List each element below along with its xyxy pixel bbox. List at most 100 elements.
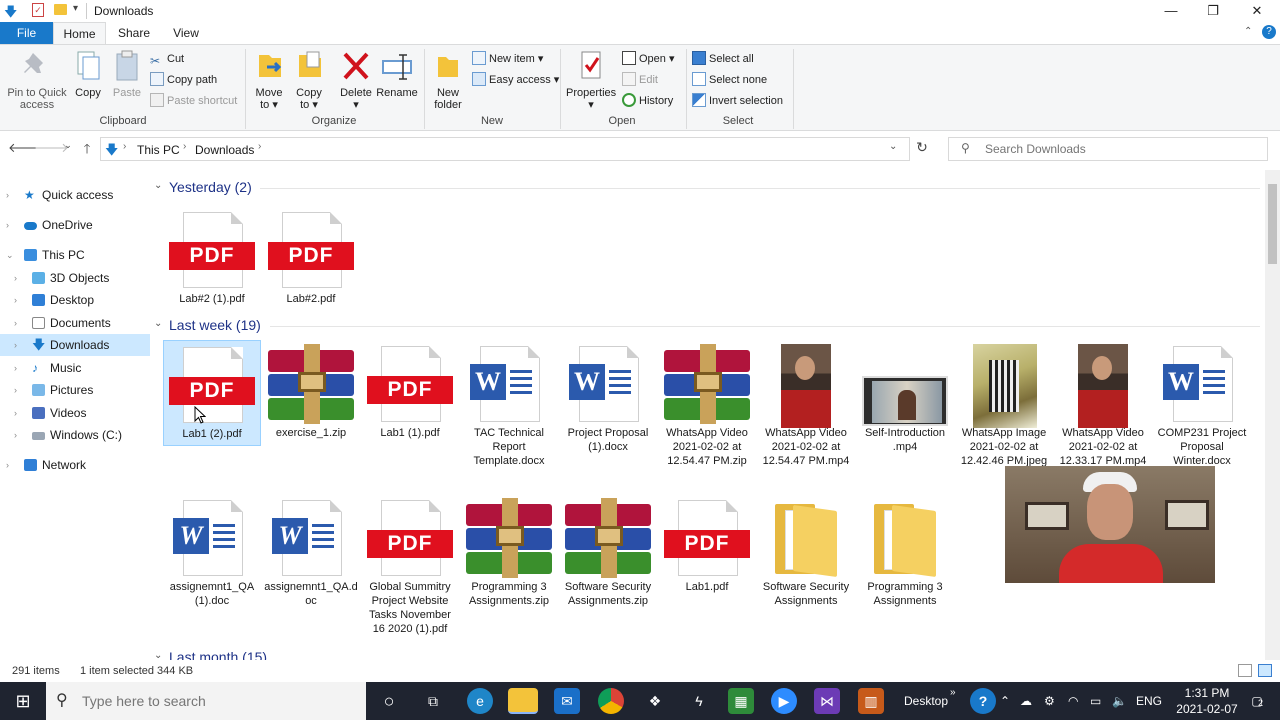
properties-check-icon[interactable]: ✓ [32,3,44,17]
new-folder-button[interactable]: New folder [430,49,466,111]
tab-file[interactable]: File [0,22,53,44]
delete-button[interactable]: Delete ▾ [338,49,374,111]
copy-button[interactable]: Copy [72,49,104,99]
expand-chevron-icon[interactable]: › [6,454,9,476]
address-bar[interactable]: 🡇 › This PC › Downloads › ⌄ [100,137,910,161]
move-to-button[interactable]: Move to ▾ [252,49,286,111]
file-item[interactable]: WhatsApp Image 2021-02-02 at 12.42.46 PM… [955,340,1053,468]
expand-chevron-icon[interactable]: › [14,379,17,401]
chrome-icon[interactable] [598,688,624,714]
clock-date[interactable]: 2021-02-07 [1174,702,1240,716]
file-item[interactable]: Software Security Assignments [757,494,855,608]
edge-icon[interactable]: e [467,688,493,714]
file-item[interactable]: PDF Lab1 (1).pdf [361,340,459,440]
properties-button[interactable]: Properties ▾ [566,49,616,111]
forward-button[interactable]: 🡒 [34,140,69,158]
group-header-yesterday[interactable]: Yesterday (2) [169,179,252,195]
file-item[interactable]: Programming 3 Assignments.zip [460,494,558,608]
notification-center-icon[interactable]: ▢ [1244,688,1270,714]
group-collapse-chevron-icon[interactable]: ⌄ [154,650,162,660]
copy-path-button[interactable]: Copy path [150,71,217,89]
expand-chevron-icon[interactable]: › [6,214,9,236]
paint-icon[interactable]: ▥ [858,688,884,714]
nav-downloads[interactable]: › 🡇 Downloads [0,334,150,356]
search-input[interactable] [985,142,1255,156]
nav-desktop[interactable]: › Desktop [0,289,150,311]
pin-quick-access-button[interactable]: Pin to Quick access [4,49,70,111]
qat-dropdown-icon[interactable]: ▾ [73,3,78,14]
file-item[interactable]: PDF Lab1.pdf [658,494,756,594]
expand-chevron-icon[interactable]: › [14,267,17,289]
cloud-sync-icon[interactable]: ☁ [1020,682,1032,720]
file-item[interactable]: W assignemnt1_QA.doc [262,494,360,608]
nav-pictures[interactable]: › Pictures [0,379,150,401]
details-view-icon[interactable] [1238,664,1252,677]
language-indicator[interactable]: ENG [1136,682,1162,720]
file-item[interactable]: exercise_1.zip [262,340,360,440]
dropbox-icon[interactable]: ❖ [642,688,668,714]
breadcrumb-this-pc[interactable]: This PC [137,143,180,157]
refresh-button[interactable]: ↻ [912,139,932,157]
group-header-last-week[interactable]: Last week (19) [169,317,261,333]
wifi-icon[interactable]: ◠ [1068,682,1078,720]
file-item[interactable]: W Project Proposal (1).docx [559,340,657,454]
file-item[interactable]: WhatsApp Video 2021-02-02 at 12.54.47 PM… [757,340,855,468]
address-dropdown-icon[interactable]: ⌄ [889,141,897,152]
select-all-button[interactable]: Select all [692,50,754,68]
file-item[interactable]: WhatsApp Video 2021-02-02 at 12.54.47 PM… [658,340,756,468]
select-none-button[interactable]: Select none [692,71,767,89]
group-collapse-chevron-icon[interactable]: ⌄ [154,180,162,191]
mail-icon[interactable]: ✉ [554,688,580,714]
settings-tray-icon[interactable]: ⚙ [1044,682,1055,720]
windows-start-icon[interactable]: ⊞ [10,688,36,714]
new-item-button[interactable]: New item ▾ [472,50,543,68]
copy-to-button[interactable]: Copy to ▾ [292,49,326,111]
clock-time[interactable]: 1:31 PM [1178,686,1236,700]
vertical-scrollbar[interactable] [1265,170,1280,660]
file-item[interactable]: W assignemnt1_QA (1).doc [163,494,261,608]
close-button[interactable]: ✕ [1234,0,1280,22]
nav-windows-c[interactable]: › Windows (C:) [0,424,150,446]
file-item[interactable]: PDF Lab#2 (1).pdf [163,206,261,306]
large-icons-view-icon[interactable] [1258,664,1272,677]
up-button[interactable]: 🡑 [77,140,97,158]
search-box[interactable]: ⚲ [948,137,1268,161]
tab-share[interactable]: Share [110,22,158,44]
maximize-button[interactable]: ❐ [1190,0,1236,22]
file-item[interactable]: Software Security Assignments.zip [559,494,657,608]
expand-chevron-icon[interactable]: › [6,184,9,206]
file-item[interactable]: Programming 3 Assignments [856,494,954,608]
visual-studio-icon[interactable]: ⋈ [814,688,840,714]
expand-chevron-icon[interactable]: › [14,334,17,356]
expand-chevron-icon[interactable]: › [14,402,17,424]
back-button[interactable]: 🡐 [8,140,43,158]
help-tray-icon[interactable]: ? [970,688,996,714]
volume-icon[interactable]: 🔈 [1112,682,1127,720]
collapse-chevron-icon[interactable]: ⌄ [6,244,14,266]
nav-onedrive[interactable]: › OneDrive [0,214,150,236]
nav-videos[interactable]: › Videos [0,402,150,424]
paste-button[interactable]: Paste [110,49,144,99]
expand-chevron-icon[interactable]: › [14,357,17,379]
rename-button[interactable]: Rename [376,49,418,99]
nav-music[interactable]: › ♪ Music [0,357,150,379]
file-item-selected[interactable]: PDF Lab1 (2).pdf [163,340,261,446]
nav-quick-access[interactable]: › ★ Quick access [0,184,150,206]
file-item[interactable]: W COMP231 Project Proposal Winter.docx [1153,340,1251,468]
cortana-icon[interactable]: ○ [376,688,402,714]
group-header-last-month[interactable]: Last month (15) [169,649,267,660]
history-button[interactable]: History [622,92,673,110]
file-explorer-icon[interactable] [508,688,538,714]
app-lightning-icon[interactable]: ϟ [686,688,712,714]
file-item[interactable]: Self-Introduction .mp4 [856,340,954,454]
expand-chevron-icon[interactable]: › [14,424,17,446]
nav-network[interactable]: › Network [0,454,150,476]
taskbar-search[interactable]: ⚲ [46,682,366,720]
excel-like-icon[interactable]: ▦ [728,688,754,714]
expand-chevron-icon[interactable]: › [14,312,17,334]
tab-view[interactable]: View [162,22,210,44]
help-icon[interactable]: ? [1262,25,1276,39]
toolbar-expand-icon[interactable]: » [950,674,956,712]
breadcrumb-downloads[interactable]: Downloads [195,143,254,157]
edit-button[interactable]: Edit [622,71,658,89]
